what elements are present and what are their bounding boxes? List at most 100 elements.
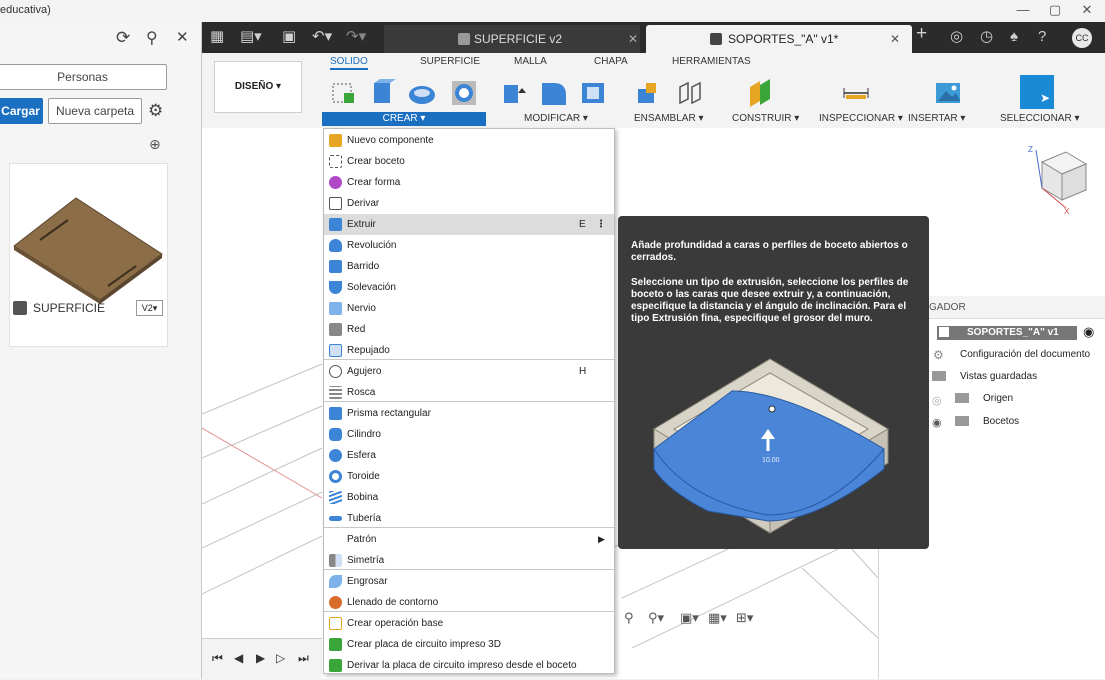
job-status-icon[interactable]: ◷ (980, 29, 993, 45)
menu-item-extrude[interactable]: Extruir E ⋮ (324, 214, 614, 235)
joint-icon[interactable] (676, 79, 704, 107)
refresh-icon[interactable]: ⟳ (116, 28, 130, 48)
tab-herramientas[interactable]: HERRAMIENTAS (672, 56, 751, 67)
grid-menu-icon[interactable]: ▦ (210, 29, 224, 45)
modify-group-button[interactable]: MODIFICAR ▾ (524, 112, 588, 126)
menu-item-base-feature[interactable]: Crear operación base (324, 613, 614, 634)
tab-superficie-ribbon[interactable]: SUPERFICIE (420, 56, 480, 67)
create-group-button[interactable]: CREAR ▾ (322, 112, 486, 126)
menu-item-pattern[interactable]: Patrón ▶ (324, 529, 614, 550)
more-options-icon[interactable]: ⋮ (596, 214, 606, 235)
menu-item-thread[interactable]: Rosca (324, 382, 614, 403)
grid-settings-icon[interactable]: ▦▾ (708, 610, 727, 626)
globe-icon[interactable]: ⊕ (149, 136, 161, 153)
eye-hidden-icon[interactable]: ◎ (932, 394, 942, 407)
select-tool-button[interactable]: ➤ (1020, 75, 1054, 109)
browser-item-origin[interactable]: Origen (983, 393, 1013, 404)
shell-icon[interactable] (580, 79, 608, 107)
offset-plane-icon[interactable] (746, 79, 774, 107)
menu-item-3d-pcb[interactable]: Crear placa de circuito impreso 3D (324, 634, 614, 655)
close-window-button[interactable]: ✕ (1071, 0, 1103, 22)
menu-item-box[interactable]: Prisma rectangular (324, 403, 614, 424)
version-dropdown[interactable]: V2▾ (136, 300, 163, 316)
eye-icon[interactable]: ◉ (932, 416, 942, 429)
activate-radio-icon[interactable]: ◉ (1083, 324, 1094, 340)
insert-group-button[interactable]: INSERTAR ▾ (908, 112, 965, 126)
press-pull-icon[interactable] (500, 79, 528, 107)
help-icon[interactable]: ? (1038, 29, 1046, 45)
select-group-button[interactable]: SELECCIONAR ▾ (1000, 112, 1079, 126)
viewports-icon[interactable]: ⊞▾ (736, 610, 753, 626)
extrude-icon[interactable] (368, 79, 396, 107)
timeline-forward-icon[interactable]: ▷ (276, 651, 285, 665)
menu-item-coil[interactable]: Bobina (324, 487, 614, 508)
zoom-window-icon[interactable]: ⚲ (624, 610, 634, 626)
browser-item-sketches[interactable]: Bocetos (983, 416, 1019, 427)
save-icon[interactable]: ▣ (282, 29, 296, 45)
file-menu-icon[interactable]: ▤▾ (240, 29, 262, 45)
new-tab-icon[interactable]: + (916, 24, 927, 43)
viewcube[interactable]: Z X (1022, 142, 1096, 216)
insert-image-icon[interactable] (934, 79, 962, 107)
redo-icon[interactable]: ↷▾ (346, 29, 366, 45)
menu-item-emboss[interactable]: Repujado (324, 340, 614, 361)
menu-item-mirror[interactable]: Simetría (324, 550, 614, 571)
tab-superficie[interactable]: SUPERFICIE v2 ✕ (384, 25, 640, 53)
measure-icon[interactable] (842, 79, 870, 107)
browser-root-node[interactable]: SOPORTES_"A" v1 (937, 326, 1077, 340)
menu-item-web[interactable]: Red (324, 319, 614, 340)
menu-item-derive-pcb[interactable]: Derivar la placa de circuito impreso des… (324, 655, 614, 676)
avatar[interactable]: CC (1072, 28, 1092, 48)
browser-item-saved-views[interactable]: Vistas guardadas (960, 371, 1037, 382)
menu-item-create-sketch[interactable]: Crear boceto (324, 151, 614, 172)
timeline-start-icon[interactable]: ⏮ (212, 651, 223, 666)
menu-item-new-component[interactable]: Nuevo componente (324, 130, 614, 151)
timeline-back-icon[interactable]: ◀ (234, 651, 243, 665)
construct-group-button[interactable]: CONSTRUIR ▾ (732, 112, 799, 126)
menu-item-revolve[interactable]: Revolución (324, 235, 614, 256)
people-tab[interactable]: Personas (0, 64, 167, 90)
search-icon[interactable]: ⚲ (146, 28, 158, 48)
fit-icon[interactable]: ⚲▾ (648, 610, 664, 626)
tab-solido[interactable]: SOLIDO (330, 56, 368, 70)
undo-icon[interactable]: ↶▾ (312, 29, 332, 45)
workspace-switcher[interactable]: DISEÑO ▾ (214, 61, 302, 113)
minimize-button[interactable]: — (1007, 0, 1039, 22)
revolve-icon[interactable] (408, 79, 436, 107)
tab-close-icon[interactable]: ✕ (890, 25, 900, 53)
menu-item-rib[interactable]: Nervio (324, 298, 614, 319)
hole-icon[interactable] (450, 79, 478, 107)
new-folder-button[interactable]: Nueva carpeta (48, 98, 142, 124)
menu-item-thicken[interactable]: Engrosar (324, 571, 614, 592)
menu-item-create-form[interactable]: Crear forma (324, 172, 614, 193)
tab-malla[interactable]: MALLA (514, 56, 547, 67)
menu-item-loft[interactable]: Solevación (324, 277, 614, 298)
menu-item-sweep[interactable]: Barrido (324, 256, 614, 277)
timeline-play-icon[interactable]: ▶ (256, 651, 265, 665)
tab-chapa[interactable]: CHAPA (594, 56, 628, 67)
gear-icon[interactable]: ⚙ (148, 101, 163, 121)
notifications-icon[interactable]: ♠ (1010, 29, 1018, 45)
browser-item-settings[interactable]: Configuración del documento (960, 349, 1090, 360)
close-panel-icon[interactable]: ✕ (176, 28, 189, 46)
fillet-icon[interactable] (540, 79, 568, 107)
thread-icon (329, 386, 342, 399)
extensions-icon[interactable]: ◎ (950, 29, 963, 45)
display-settings-icon[interactable]: ▣▾ (680, 610, 699, 626)
new-component-icon[interactable] (636, 79, 664, 107)
tab-close-icon[interactable]: ✕ (628, 25, 638, 53)
menu-item-cylinder[interactable]: Cilindro (324, 424, 614, 445)
menu-item-boundary-fill[interactable]: Llenado de contorno (324, 592, 614, 613)
upload-button[interactable]: Cargar (0, 98, 43, 124)
menu-item-derive[interactable]: Derivar (324, 193, 614, 214)
timeline-end-icon[interactable]: ⏭ (298, 651, 309, 666)
menu-item-sphere[interactable]: Esfera (324, 445, 614, 466)
menu-item-torus[interactable]: Toroide (324, 466, 614, 487)
assemble-group-button[interactable]: ENSAMBLAR ▾ (634, 112, 703, 126)
create-sketch-icon[interactable] (330, 79, 358, 107)
menu-item-hole[interactable]: Agujero H (324, 361, 614, 382)
tab-soportes[interactable]: SOPORTES_"A" v1* ✕ (646, 25, 912, 53)
menu-item-pipe[interactable]: Tubería (324, 508, 614, 529)
maximize-button[interactable]: ▢ (1039, 0, 1071, 22)
inspect-group-button[interactable]: INSPECCIONAR ▾ (819, 112, 903, 126)
